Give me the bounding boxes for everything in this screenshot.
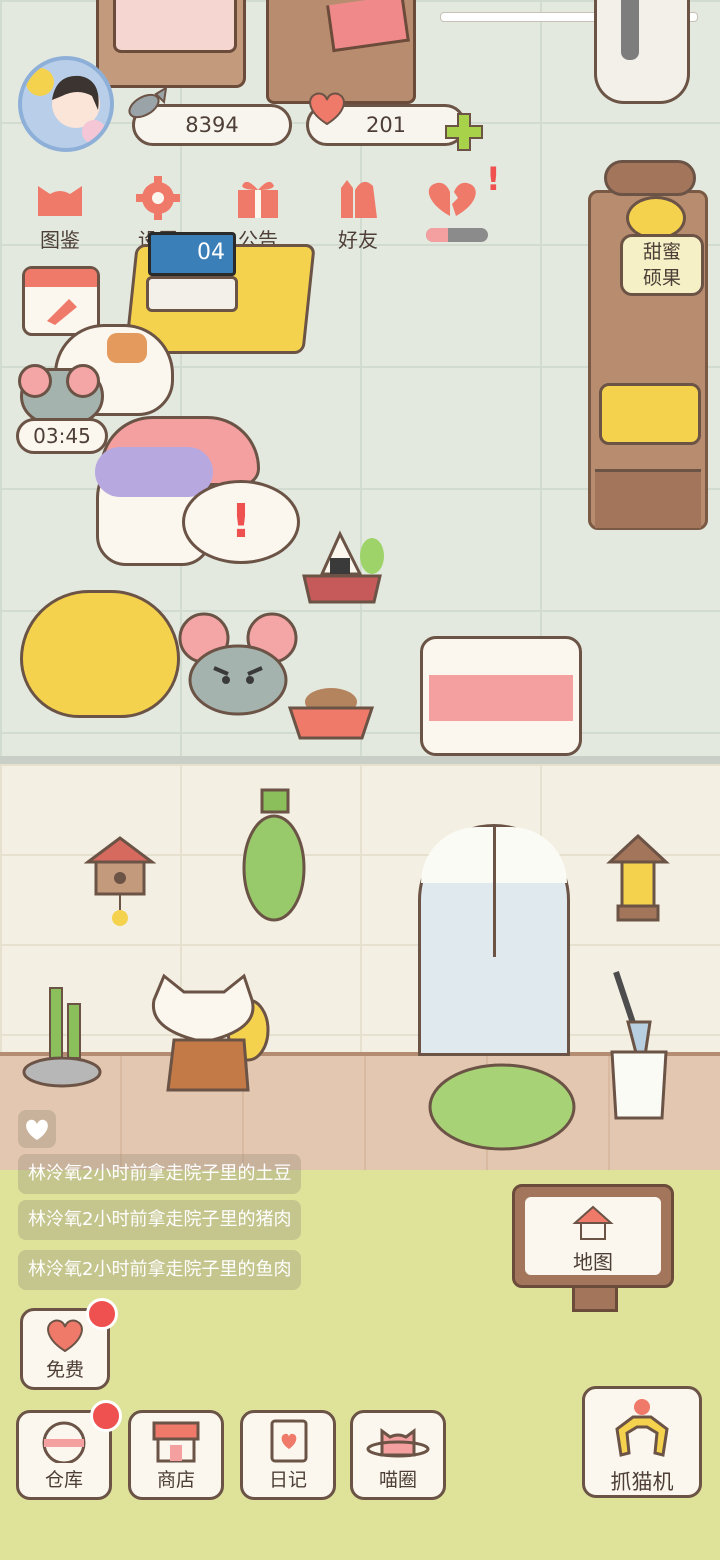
sweet-harvest-line2: 硕果: [642, 267, 681, 289]
cat-circle-label: 喵圈: [378, 1469, 417, 1491]
lantern-icon: [606, 833, 670, 922]
claw-machine-label: 抓猫机: [610, 1470, 674, 1494]
cat-icon: [151, 973, 270, 1092]
house-icon: [572, 1205, 614, 1240]
friends-icon: [341, 180, 377, 218]
shop-button[interactable]: 商店: [128, 1410, 224, 1500]
feed-item-3: 林泠氧2小时前拿走院子里的鱼肉: [18, 1250, 302, 1290]
warehouse-label: 仓库: [44, 1469, 83, 1491]
map-button[interactable]: 地图: [512, 1184, 674, 1288]
sign-post: [572, 1288, 618, 1312]
umbrella-stand[interactable]: [606, 966, 672, 1122]
birdhouse-icon: [83, 836, 157, 926]
cat-circle-button[interactable]: 喵圈: [350, 1410, 446, 1500]
wall-lantern[interactable]: [602, 828, 674, 928]
diary-label: 日记: [268, 1469, 307, 1491]
free-label: 免费: [45, 1359, 84, 1381]
menu-friends[interactable]: 好友: [318, 176, 398, 256]
shop-label: 商店: [156, 1469, 195, 1491]
cat-calico-standing[interactable]: [144, 970, 290, 1098]
feed-item-1: 林泠氧2小时前拿走院子里的土豆: [18, 1154, 302, 1194]
birdhouse[interactable]: [83, 834, 157, 928]
alert-speech-mark: !: [230, 494, 252, 548]
mouse-icon: [178, 612, 298, 716]
game-console[interactable]: [146, 276, 238, 312]
add-hearts-button[interactable]: [442, 110, 486, 154]
food-bowl[interactable]: [286, 682, 376, 740]
feed-item-3-text: 林泠氧2小时前拿走院子里的鱼肉: [28, 1259, 292, 1280]
feed-item-2: 林泠氧2小时前拿走院子里的猪肉: [18, 1200, 302, 1240]
cabinet-drawer: [595, 469, 701, 528]
gear-icon: [136, 176, 180, 220]
hanging-plant[interactable]: [228, 788, 322, 922]
cabinet-top: [604, 160, 696, 196]
tv-screen-text: 04: [197, 240, 225, 265]
warehouse-badge: [90, 1400, 122, 1432]
heart-outline-icon: [26, 1119, 48, 1140]
sleep-timer: 03:45: [16, 418, 108, 454]
heart-count: 201: [365, 113, 407, 137]
sleep-timer-text: 03:45: [33, 424, 91, 448]
bamboo-pot[interactable]: [20, 982, 104, 1090]
tv-furniture[interactable]: [96, 0, 246, 88]
tv-screen[interactable]: 04: [148, 232, 236, 276]
leaf-icon: [428, 1063, 576, 1151]
doorway-curtain[interactable]: [418, 824, 570, 1056]
mouse-ear-left: [18, 364, 52, 398]
claw-icon: [615, 1399, 669, 1457]
alert-speech-bubble[interactable]: !: [182, 480, 300, 564]
umbrella-icon: [610, 971, 668, 1120]
broken-heart-icon: [428, 182, 476, 216]
shop-icon: [152, 1421, 200, 1463]
menu-collection-label: 图鉴: [40, 228, 80, 252]
room-divider: [0, 756, 720, 764]
heart-face-icon: [47, 1319, 83, 1353]
sweet-harvest-button[interactable]: 甜蜜 硕果: [620, 234, 704, 296]
fish-icon: [124, 86, 168, 130]
gift-icon: [238, 181, 278, 218]
free-badge: [86, 1298, 118, 1330]
bowl-icon: [287, 688, 375, 740]
event-alert-mark: !: [486, 160, 501, 198]
feed-toggle-button[interactable]: [18, 1110, 56, 1148]
map-label: 地图: [573, 1250, 613, 1274]
claw-machine-button[interactable]: 抓猫机: [582, 1386, 702, 1498]
heart-icon: [304, 88, 350, 132]
mouse-ear-right: [66, 364, 100, 398]
telephone[interactable]: [599, 383, 701, 445]
pink-cat-bed[interactable]: [420, 636, 582, 756]
menu-collection[interactable]: 图鉴: [20, 176, 100, 256]
rice-ball-icon: [42, 1421, 86, 1463]
pencil-icon: [47, 299, 77, 325]
yellow-beanbag[interactable]: [20, 590, 180, 718]
plant-icon: [242, 788, 306, 922]
planet-cat-icon: [366, 1428, 430, 1458]
air-purifier[interactable]: [594, 0, 690, 104]
onigiri-bowl[interactable]: [300, 528, 384, 606]
bamboo-icon: [22, 987, 102, 1088]
diary-button[interactable]: 日记: [240, 1410, 336, 1500]
hearts-progress-bar: [426, 228, 488, 242]
hearts-event-button[interactable]: [420, 178, 496, 248]
fish-count: 8394: [185, 113, 239, 137]
leaf-rug[interactable]: [426, 1060, 578, 1154]
mouse-angry-large[interactable]: [178, 610, 298, 716]
rice-ball-icon: [302, 530, 384, 604]
feed-item-1-text: 林泠氧2小时前拿走院子里的土豆: [28, 1163, 292, 1184]
player-avatar[interactable]: [18, 56, 114, 152]
menu-friends-label: 好友: [338, 228, 378, 252]
feed-item-2-text: 林泠氧2小时前拿走院子里的猪肉: [28, 1209, 292, 1230]
diary-icon: [270, 1419, 308, 1463]
sweet-harvest-line1: 甜蜜: [642, 241, 681, 263]
cat-head-icon: [38, 186, 82, 216]
